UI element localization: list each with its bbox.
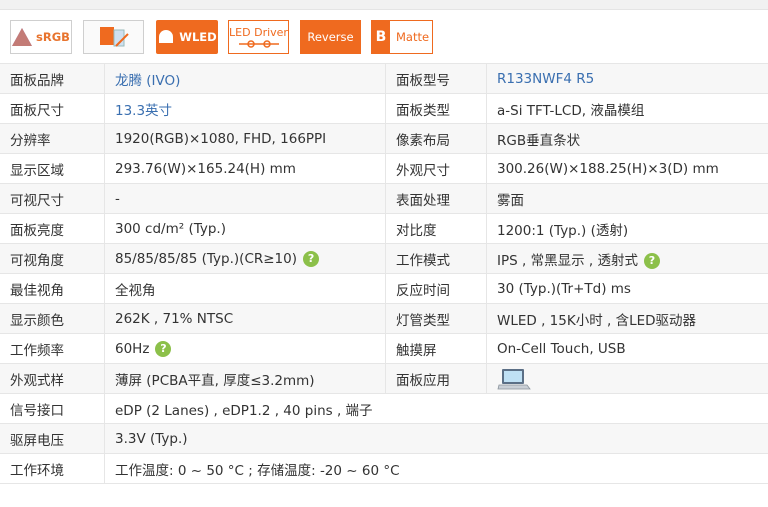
spec-value: 雾面 (486, 183, 768, 214)
spec-value: 293.76(W)×165.24(H) mm (104, 153, 386, 184)
spec-value: 30 (Typ.)(Tr+Td) ms (486, 273, 768, 304)
spec-value: - (104, 183, 386, 214)
spec-label: 灯管类型 (385, 303, 487, 334)
spec-label: 触摸屏 (385, 333, 487, 364)
spec-label: 表面处理 (385, 183, 487, 214)
spec-value: 全视角 (104, 273, 386, 304)
spec-label: 面板应用 (385, 363, 487, 394)
spec-value: 1200:1 (Typ.) (透射) (486, 213, 768, 244)
spec-label: 面板型号 (385, 63, 487, 94)
table-row: 驱屏电压 3.3V (Typ.) (0, 423, 768, 454)
color-gamut-icon (12, 28, 33, 46)
laptop-icon[interactable] (497, 367, 531, 391)
spec-label: 面板尺寸 (0, 93, 105, 124)
spec-label: 面板品牌 (0, 63, 105, 94)
help-icon[interactable]: ? (155, 340, 172, 357)
spec-label: 面板亮度 (0, 213, 105, 244)
viewing-angle-icon (99, 27, 129, 47)
reverse-badge: Reverse (300, 20, 361, 54)
circuit-icon (238, 39, 279, 48)
spec-label: 最佳视角 (0, 273, 105, 304)
spec-label: 工作环境 (0, 453, 105, 484)
spec-label: 显示颜色 (0, 303, 105, 334)
size-link[interactable]: 13.3英寸 (115, 103, 172, 119)
spec-table: 面板品牌 龙腾 (IVO) 面板型号 R133NWF4 R5 面板尺寸 13.3… (0, 63, 768, 484)
spec-label: 显示区域 (0, 153, 105, 184)
table-row: 工作环境 工作温度: 0 ~ 50 °C ; 存储温度: -20 ~ 60 °C (0, 453, 768, 484)
spec-label: 像素布局 (385, 123, 487, 154)
table-row: 面板尺寸 13.3英寸 面板类型 a-Si TFT-LCD, 液晶模组 (0, 93, 768, 124)
spec-label: 信号接口 (0, 393, 105, 424)
help-icon[interactable]: ? (303, 250, 320, 267)
matte-badge: B Matte (371, 20, 433, 54)
model-link[interactable]: R133NWF4 R5 (497, 71, 594, 87)
led-bulb-icon (159, 30, 174, 43)
spec-value: 龙腾 (IVO) (104, 63, 386, 94)
spec-value: RGB垂直条状 (486, 123, 768, 154)
spec-label: 外观尺寸 (385, 153, 487, 184)
table-row: 分辨率 1920(RGB)×1080, FHD, 166PPI 像素布局 RGB… (0, 123, 768, 154)
table-row: 显示颜色 262K , 71% NTSC 灯管类型 WLED , 15K小时 ,… (0, 303, 768, 334)
spec-label: 面板类型 (385, 93, 487, 124)
spec-value: R133NWF4 R5 (486, 63, 768, 94)
table-row: 信号接口 eDP (2 Lanes) , eDP1.2 , 40 pins , … (0, 393, 768, 424)
table-row: 面板品牌 龙腾 (IVO) 面板型号 R133NWF4 R5 (0, 63, 768, 94)
srgb-badge: sRGB (10, 20, 72, 54)
table-row: 可视角度 85/85/85/85 (Typ.)(CR≥10)? 工作模式 IPS… (0, 243, 768, 274)
spec-value: 60Hz? (104, 333, 386, 364)
spec-value: On-Cell Touch, USB (486, 333, 768, 364)
table-row: 可视尺寸 - 表面处理 雾面 (0, 183, 768, 214)
spec-value: a-Si TFT-LCD, 液晶模组 (486, 93, 768, 124)
spec-value: 3.3V (Typ.) (104, 423, 768, 454)
spec-label: 外观式样 (0, 363, 105, 394)
table-row: 外观式样 薄屏 (PCBA平直, 厚度≤3.2mm) 面板应用 (0, 363, 768, 394)
spec-value: IPS , 常黑显示 , 透射式? (486, 243, 768, 274)
spec-label: 可视角度 (0, 243, 105, 274)
brand-link[interactable]: 龙腾 (IVO) (115, 73, 180, 89)
spec-label: 工作频率 (0, 333, 105, 364)
spec-value: 薄屏 (PCBA平直, 厚度≤3.2mm) (104, 363, 386, 394)
spec-label: 驱屏电压 (0, 423, 105, 454)
spec-label: 反应时间 (385, 273, 487, 304)
spec-value: 300 cd/m² (Typ.) (104, 213, 386, 244)
table-row: 显示区域 293.76(W)×165.24(H) mm 外观尺寸 300.26(… (0, 153, 768, 184)
led-driver-badge: LED Driver (228, 20, 289, 54)
table-row: 最佳视角 全视角 反应时间 30 (Typ.)(Tr+Td) ms (0, 273, 768, 304)
spec-label: 可视尺寸 (0, 183, 105, 214)
wled-badge: WLED (156, 20, 218, 54)
table-row: 工作频率 60Hz? 触摸屏 On-Cell Touch, USB (0, 333, 768, 364)
spec-value: 13.3英寸 (104, 93, 386, 124)
spec-label: 对比度 (385, 213, 487, 244)
spec-value: 85/85/85/85 (Typ.)(CR≥10)? (104, 243, 386, 274)
top-divider (0, 0, 768, 10)
spec-value: WLED , 15K小时 , 含LED驱动器 (486, 303, 768, 334)
spec-value: 工作温度: 0 ~ 50 °C ; 存储温度: -20 ~ 60 °C (104, 453, 768, 484)
viewing-angle-badge (83, 20, 144, 54)
spec-label: 工作模式 (385, 243, 487, 274)
spec-value: 1920(RGB)×1080, FHD, 166PPI (104, 123, 386, 154)
table-row: 面板亮度 300 cd/m² (Typ.) 对比度 1200:1 (Typ.) … (0, 213, 768, 244)
spec-value: 300.26(W)×188.25(H)×3(D) mm (486, 153, 768, 184)
help-icon[interactable]: ? (643, 252, 660, 269)
spec-value: 262K , 71% NTSC (104, 303, 386, 334)
spec-label: 分辨率 (0, 123, 105, 154)
spec-value (486, 363, 768, 394)
spec-value: eDP (2 Lanes) , eDP1.2 , 40 pins , 端子 (104, 393, 768, 424)
